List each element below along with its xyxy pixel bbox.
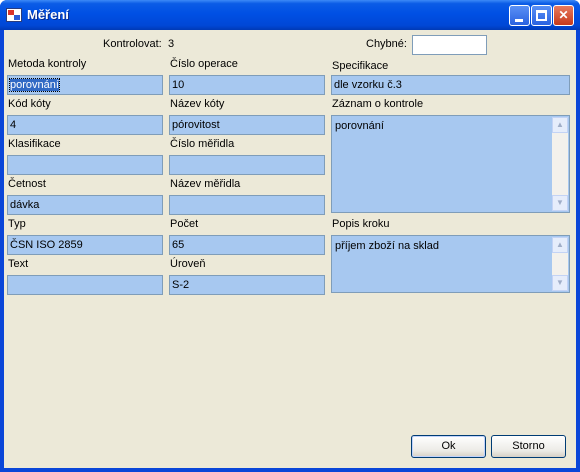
ok-button[interactable]: Ok xyxy=(411,435,486,458)
dialog-body: Kontrolovat: 3 Chybné: Metoda kontroly p… xyxy=(4,30,576,468)
text-field[interactable] xyxy=(7,275,163,295)
popis-kroku-scrollbar[interactable]: ▲ ▼ xyxy=(552,237,568,291)
cislo-meridla-label: Číslo měřidla xyxy=(170,138,235,150)
chybne-label: Chybné: xyxy=(366,38,407,50)
title-bar[interactable]: Měření ✕ xyxy=(0,0,580,30)
zaznam-value: porovnání xyxy=(335,120,384,132)
zaznam-textarea[interactable]: porovnání ▲ ▼ xyxy=(331,115,570,213)
cetnost-label: Četnost xyxy=(8,178,46,190)
scroll-down-icon[interactable]: ▼ xyxy=(552,275,568,291)
specifikace-field[interactable]: dle vzorku č.3 xyxy=(331,75,570,95)
kod-koty-label: Kód kóty xyxy=(8,98,51,110)
metoda-label: Metoda kontroly xyxy=(8,58,87,70)
close-icon: ✕ xyxy=(558,8,569,22)
pocet-field[interactable]: 65 xyxy=(169,235,325,255)
minimize-button[interactable] xyxy=(509,5,530,26)
dialog-window: Měření ✕ Kontrolovat: 3 Chybné: Metoda k… xyxy=(0,0,580,472)
cislo-meridla-field[interactable] xyxy=(169,155,325,175)
zaznam-scrollbar[interactable]: ▲ ▼ xyxy=(552,117,568,211)
scroll-down-icon[interactable]: ▼ xyxy=(552,195,568,211)
cancel-button[interactable]: Storno xyxy=(491,435,566,458)
chybne-input[interactable] xyxy=(412,35,487,55)
nazev-koty-label: Název kóty xyxy=(170,98,225,110)
pocet-label: Počet xyxy=(170,218,199,230)
maximize-button[interactable] xyxy=(531,5,552,26)
text-label: Text xyxy=(8,258,29,270)
window-title: Měření xyxy=(27,7,69,22)
uroven-label: Úroveň xyxy=(170,258,206,270)
popis-kroku-value: příjem zboží na sklad xyxy=(335,240,439,252)
metoda-field[interactable]: porovnání xyxy=(7,75,163,95)
nazev-koty-field[interactable]: pórovitost xyxy=(169,115,325,135)
typ-label: Typ xyxy=(8,218,26,230)
kod-koty-field[interactable]: 4 xyxy=(7,115,163,135)
scroll-up-icon[interactable]: ▲ xyxy=(552,117,568,133)
nazev-meridla-field[interactable] xyxy=(169,195,325,215)
metoda-value: porovnání xyxy=(9,78,60,92)
maximize-icon xyxy=(536,10,547,21)
zaznam-label: Záznam o kontrole xyxy=(332,98,424,110)
cislo-operace-label: Číslo operace xyxy=(170,58,238,70)
popis-kroku-textarea[interactable]: příjem zboží na sklad ▲ ▼ xyxy=(331,235,570,293)
kontrolovat-label: Kontrolovat: xyxy=(103,38,162,50)
typ-field[interactable]: ČSN ISO 2859 xyxy=(7,235,163,255)
scroll-up-icon[interactable]: ▲ xyxy=(552,237,568,253)
klasifikace-field[interactable] xyxy=(7,155,163,175)
nazev-meridla-label: Název měřidla xyxy=(170,178,241,190)
uroven-field[interactable]: S-2 xyxy=(169,275,325,295)
popis-kroku-label: Popis kroku xyxy=(332,218,390,230)
app-icon[interactable] xyxy=(6,8,22,22)
klasifikace-label: Klasifikace xyxy=(8,138,61,150)
kontrolovat-value: 3 xyxy=(168,38,175,50)
specifikace-label: Specifikace xyxy=(332,60,389,72)
cetnost-field[interactable]: dávka xyxy=(7,195,163,215)
minimize-icon xyxy=(515,19,523,22)
cislo-operace-field[interactable]: 10 xyxy=(169,75,325,95)
close-button[interactable]: ✕ xyxy=(553,5,574,26)
